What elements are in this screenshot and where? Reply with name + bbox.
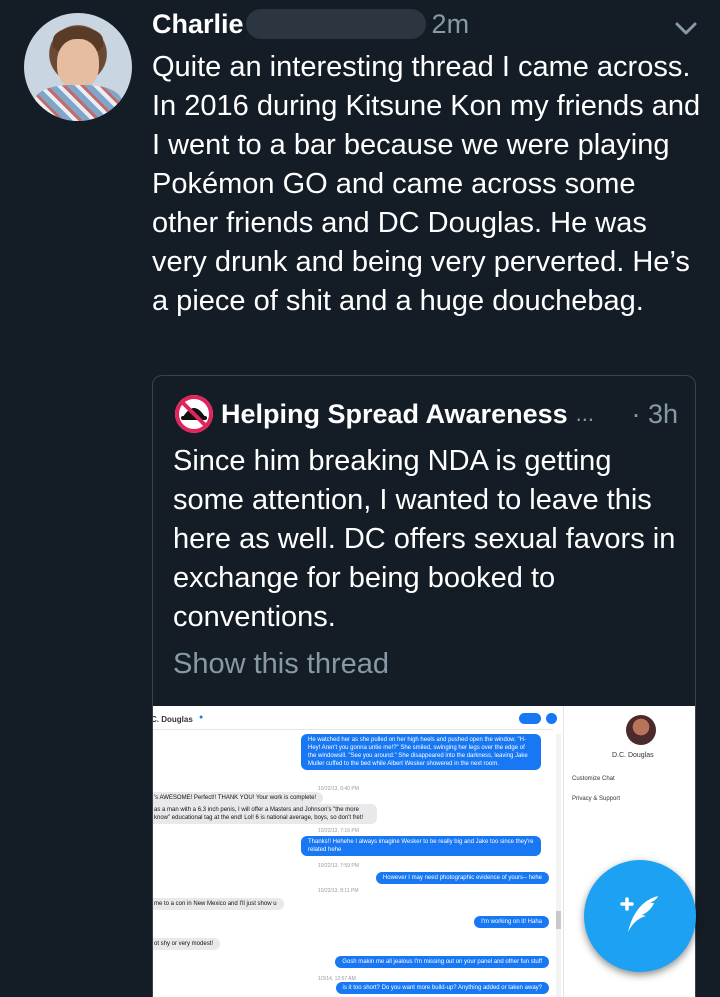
- quoted-author[interactable]: Helping Spread Awareness: [221, 399, 568, 430]
- sent-message: He watched her as she pulled on her high…: [301, 734, 541, 770]
- tweet-text: Quite an interesting thread I came acros…: [152, 51, 701, 317]
- show-thread-link[interactable]: Show this thread: [173, 648, 389, 681]
- compose-tweet-icon: [620, 896, 658, 932]
- call-icon: [519, 713, 541, 724]
- sent-message: Thanks!! Hehehe I always imagine Wesker …: [301, 836, 541, 856]
- scrollbar[interactable]: [556, 734, 561, 997]
- privacy-support-link[interactable]: Privacy & Support: [572, 796, 620, 802]
- received-message: ot shy or very modest!: [153, 938, 221, 950]
- sidebar-contact-name: D.C. Douglas: [612, 752, 654, 759]
- received-message: me to a con in New Mexico and I'll just …: [153, 898, 284, 910]
- scrollbar-thumb[interactable]: [556, 911, 561, 929]
- message-timestamp: 10/22/13, 7:16 PM: [318, 828, 359, 834]
- messenger-topbar: C. Douglas ●: [153, 706, 557, 730]
- no-entry-hat-icon: [175, 395, 213, 433]
- sent-message: is it too short? Do you want more build-…: [335, 982, 549, 994]
- message-timestamp: 10/22/13, 7:59 PM: [318, 863, 359, 869]
- compose-tweet-button[interactable]: [584, 860, 696, 972]
- avatar-shirt: [34, 85, 122, 121]
- quoted-text: Since him breaking NDA is getting some a…: [173, 445, 676, 633]
- verified-icon: ●: [199, 714, 204, 721]
- info-icon: [546, 713, 557, 724]
- avatar[interactable]: [24, 13, 132, 121]
- redacted-handle: [245, 9, 426, 39]
- quoted-time: · 3h: [631, 398, 678, 429]
- chevron-down-icon[interactable]: [672, 14, 700, 42]
- sent-message: However I may need photographic evidence…: [375, 872, 549, 884]
- tweet-time[interactable]: 2m: [432, 9, 470, 40]
- message-timestamp: 10/22/13, 8:11 PM: [318, 888, 359, 894]
- messenger-contact: C. Douglas: [153, 715, 193, 724]
- tweet-header: Charlie 2m: [152, 4, 469, 44]
- received-message: as a man with a 6.3 inch penis, I will o…: [153, 804, 377, 824]
- author-name[interactable]: Charlie: [152, 9, 244, 40]
- contact-avatar: [626, 715, 656, 745]
- customize-chat-link[interactable]: Customize Chat: [572, 776, 615, 782]
- sent-message: Gosh makin me all jealous I'm missing ou…: [335, 956, 549, 968]
- avatar-face: [57, 39, 99, 89]
- quoted-header: Helping Spread Awareness ... · 3h: [173, 394, 678, 434]
- message-timestamp: 10/22/13, 6:40 PM: [318, 786, 359, 792]
- received-message: 's AWESOME! Perfect!! THANK YOU! Your wo…: [153, 792, 324, 804]
- quoted-handle-ellipsis: ...: [575, 401, 594, 426]
- sent-message: I'm working on it! Haha: [474, 916, 549, 928]
